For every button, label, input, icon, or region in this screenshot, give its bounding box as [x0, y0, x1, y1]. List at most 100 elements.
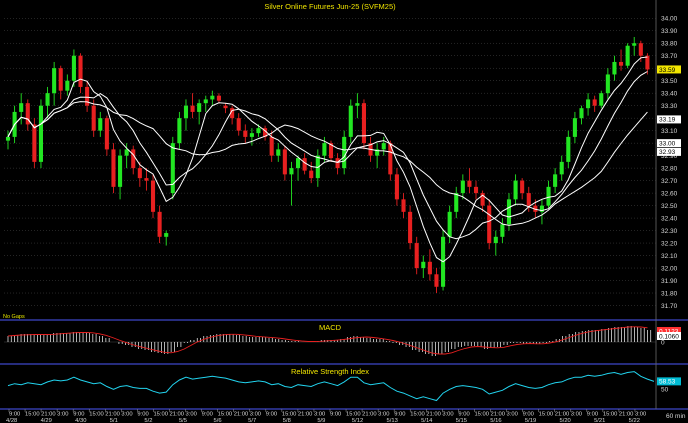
- candle-body: [526, 193, 531, 206]
- candle-body: [599, 93, 604, 106]
- x-time-label: 15:00: [410, 412, 425, 418]
- candle-body: [58, 68, 63, 91]
- candle-body: [289, 168, 294, 175]
- x-time-label: 15:00: [474, 412, 489, 418]
- candle-body: [447, 211, 452, 237]
- candle-body: [104, 118, 109, 150]
- candle-body: [355, 103, 360, 106]
- x-time-label: 9:00: [458, 412, 469, 418]
- candle-body: [335, 158, 340, 169]
- candle-body: [348, 105, 353, 137]
- price-badge-label: 32.93: [659, 149, 676, 156]
- candle-body: [118, 155, 123, 187]
- y-tick-label: 33.30: [661, 103, 678, 110]
- x-date-label: 5/9: [317, 418, 325, 423]
- x-time-label: 3:00: [314, 412, 325, 418]
- candle-body: [144, 178, 149, 181]
- candle-body: [493, 236, 498, 244]
- candle-body: [506, 199, 512, 225]
- x-time-label: 9:00: [73, 412, 84, 418]
- candle-body: [210, 95, 215, 100]
- candle-body: [249, 133, 254, 137]
- y-tick-label: 33.70: [661, 53, 678, 60]
- candle-body: [520, 180, 525, 194]
- candle-body: [473, 186, 479, 194]
- candle-body: [361, 103, 367, 144]
- candle-body: [421, 261, 426, 269]
- candle-body: [157, 211, 162, 237]
- x-date-label: 4/28: [6, 418, 17, 423]
- candle-body: [203, 99, 208, 104]
- x-time-label: 15:00: [282, 412, 297, 418]
- x-time-label: 21:00: [491, 412, 506, 418]
- price-badge-label: 58.53: [659, 379, 676, 386]
- candle-body: [5, 136, 11, 141]
- candle-body: [223, 105, 228, 109]
- x-date-label: 5/7: [248, 418, 256, 423]
- y-tick-label: 31.80: [661, 290, 678, 297]
- candle-body: [216, 95, 221, 101]
- x-time-label: 15:00: [539, 412, 554, 418]
- candle-body: [559, 161, 564, 175]
- y-tick-label: 32.60: [661, 190, 678, 197]
- candle-body: [401, 199, 406, 212]
- candle-body: [282, 149, 287, 175]
- candle-body: [572, 118, 577, 137]
- x-time-label: 9:00: [587, 412, 598, 418]
- candle-body: [269, 136, 274, 156]
- candle-body: [32, 124, 37, 162]
- y-tick-label: 33.10: [661, 128, 678, 135]
- x-time-label: 9:00: [202, 412, 213, 418]
- x-time-label: 9:00: [523, 412, 534, 418]
- y-tick-label: 32.30: [661, 228, 678, 235]
- candle-body: [183, 105, 189, 119]
- y-tick-label: 33.90: [661, 28, 678, 35]
- x-date-label: 5/5: [179, 418, 187, 423]
- macd-title: MACD: [319, 323, 342, 332]
- candle-body: [381, 143, 386, 150]
- candle-body: [414, 243, 419, 269]
- x-time-label: 21:00: [426, 412, 441, 418]
- x-time-label: 21:00: [234, 412, 249, 418]
- x-time-label: 3:00: [507, 412, 518, 418]
- x-date-label: 5/12: [352, 418, 363, 423]
- candle-body: [612, 61, 617, 75]
- x-time-label: 9:00: [330, 412, 341, 418]
- y-tick-label: 32.70: [661, 178, 678, 185]
- candle-body: [150, 180, 156, 212]
- price-badge-label: 0.1060: [659, 333, 679, 340]
- candle-body: [638, 43, 643, 56]
- x-date-label: 5/21: [594, 418, 605, 423]
- candle-body: [322, 143, 327, 156]
- x-date-label: 5/14: [421, 418, 433, 423]
- candle-body: [618, 61, 624, 66]
- price-badge-label: 33.00: [659, 140, 676, 147]
- y-tick-label: 32.10: [661, 253, 678, 260]
- candle-body: [197, 103, 202, 112]
- candle-body: [78, 55, 83, 87]
- candle-body: [52, 68, 57, 94]
- x-date-label: 5/19: [525, 418, 536, 423]
- price-badge-label: 33.19: [659, 117, 676, 124]
- x-time-label: 3:00: [571, 412, 582, 418]
- candle-body: [454, 193, 459, 212]
- candle-body: [586, 99, 591, 109]
- x-time-label: 3:00: [635, 412, 646, 418]
- candle-body: [553, 174, 558, 187]
- x-time-label: 3:00: [250, 412, 261, 418]
- candle-body: [342, 136, 347, 169]
- x-date-label: 5/8: [283, 418, 291, 423]
- candle-body: [487, 205, 492, 244]
- x-date-label: 4/30: [75, 418, 86, 423]
- candle-body: [137, 168, 142, 179]
- candle-body: [500, 224, 505, 237]
- no-gaps-label: No Gaps: [3, 314, 25, 320]
- candle-body: [566, 136, 571, 162]
- x-date-label: 5/13: [387, 418, 398, 423]
- x-time-label: 15:00: [346, 412, 361, 418]
- candle-body: [460, 180, 465, 194]
- candle-body: [546, 186, 551, 206]
- x-time-label: 21:00: [555, 412, 570, 418]
- x-date-label: 5/2: [144, 418, 152, 423]
- x-date-label: 5/1: [110, 418, 118, 423]
